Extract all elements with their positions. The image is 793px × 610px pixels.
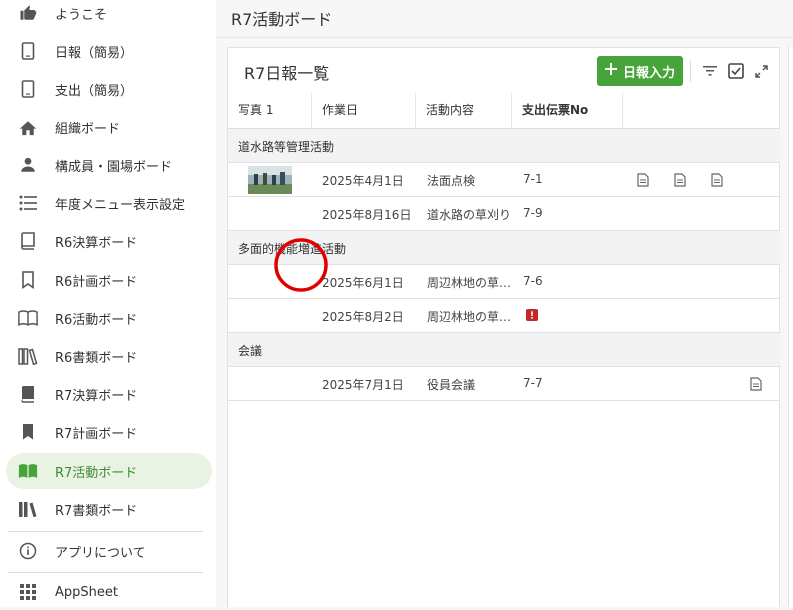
report-list-card: R7日報一覧 日報入力 写真 1 作業日 活動内容 支出伝票No 道水路等管理活… [227, 47, 780, 607]
apps-grid-icon [18, 582, 38, 602]
library-outline-icon [18, 346, 38, 366]
page-title: R7活動ボード [231, 10, 333, 29]
column-header-date[interactable]: 作業日 [312, 93, 416, 128]
sidebar-item-r6-plan[interactable]: R6計画ボード [6, 262, 212, 298]
open-book-outline-icon [18, 308, 38, 328]
group-name: 会議 [238, 344, 263, 358]
library-filled-icon [18, 499, 38, 519]
sidebar-item-r7-activity[interactable]: R7活動ボード [6, 453, 212, 489]
sidebar-item-label: R6計画ボード [55, 274, 138, 290]
row-activity: 道水路の草刈り [427, 208, 512, 222]
thumbs-up-icon [18, 3, 38, 23]
sidebar-item-label: R6書類ボード [55, 350, 138, 366]
group-name: 道水路等管理活動 [238, 140, 335, 154]
phone-icon [18, 41, 38, 61]
plus-icon [604, 63, 617, 79]
book-outline-icon [18, 231, 38, 251]
table-row[interactable]: 2025年4月1日 法面点検 7-1 [228, 163, 780, 197]
group-header[interactable]: 会議 [228, 333, 780, 367]
row-activity: 周辺林地の草… [427, 276, 512, 290]
sidebar-item-label: アプリについて [55, 545, 146, 561]
home-icon [18, 117, 38, 137]
row-date: 2025年8月2日 [322, 310, 404, 324]
document-icon[interactable] [711, 173, 723, 187]
phone-icon [18, 79, 38, 99]
add-report-button[interactable]: 日報入力 [597, 56, 683, 86]
group-header[interactable]: 道水路等管理活動 [228, 129, 780, 163]
row-voucher: 7-7 [523, 376, 543, 390]
row-date: 2025年8月16日 [322, 208, 412, 222]
sidebar-item-r7-settlement[interactable]: R7決算ボード [6, 376, 212, 412]
bookmark-outline-icon [18, 270, 38, 290]
sidebar-item-label: 年度メニュー表示設定 [55, 197, 186, 213]
card-title: R7日報一覧 [244, 64, 330, 83]
open-book-filled-icon [18, 461, 38, 481]
sidebar-item-welcome[interactable]: ようこそ [6, 0, 212, 31]
sidebar-item-organization[interactable]: 組織ボード [6, 109, 212, 145]
sidebar-item-daily-report[interactable]: 日報（簡易） [6, 33, 212, 69]
row-activity: 法面点検 [427, 174, 476, 188]
sidebar-divider [8, 531, 203, 532]
document-icon[interactable] [674, 173, 686, 187]
expand-icon[interactable] [750, 60, 772, 82]
sidebar-item-label: ようこそ [55, 7, 108, 23]
sidebar-item-label: R6活動ボード [55, 312, 138, 328]
group-name: 多面的機能増進活動 [238, 242, 347, 256]
table-row[interactable]: 2025年6月1日 周辺林地の草… 7-6 [228, 265, 780, 299]
table-row[interactable]: 2025年8月16日 道水路の草刈り 7-9 [228, 197, 780, 231]
sidebar-item-label: AppSheet [55, 584, 118, 600]
sidebar-item-r7-documents[interactable]: R7書類ボード [6, 491, 212, 527]
row-voucher: 7-1 [523, 172, 543, 186]
sidebar-item-year-menu-settings[interactable]: 年度メニュー表示設定 [6, 185, 212, 221]
sidebar-item-label: R7書類ボード [55, 503, 138, 519]
group-header[interactable]: 多面的機能増進活動 [228, 231, 780, 265]
column-header-voucher[interactable]: 支出伝票No [512, 93, 623, 128]
person-icon [18, 155, 38, 175]
bookmark-filled-icon [18, 422, 38, 442]
error-icon[interactable] [526, 309, 538, 321]
book-filled-icon [18, 384, 38, 404]
row-activity: 役員会議 [427, 378, 476, 392]
select-checkbox-icon[interactable] [725, 60, 747, 82]
sidebar-item-members[interactable]: 構成員・園場ボード [6, 147, 212, 183]
sidebar-divider [8, 572, 203, 573]
document-icon[interactable] [750, 377, 762, 391]
sidebar: ようこそ 日報（簡易） 支出（簡易） 組織ボード 構成員・園場ボード 年度メニュ… [0, 0, 216, 607]
sidebar-item-label: R7活動ボード [55, 465, 138, 481]
sidebar-item-appsheet[interactable]: AppSheet [6, 574, 212, 610]
row-date: 2025年6月1日 [322, 276, 404, 290]
table-header: 写真 1 作業日 活動内容 支出伝票No [228, 93, 780, 129]
row-date: 2025年4月1日 [322, 174, 404, 188]
document-icon[interactable] [637, 173, 649, 187]
table-row[interactable]: 2025年8月2日 周辺林地の草… [228, 299, 780, 333]
list-icon [18, 193, 38, 213]
sidebar-item-expense[interactable]: 支出（簡易） [6, 71, 212, 107]
sidebar-item-about[interactable]: アプリについて [6, 533, 212, 569]
sidebar-item-r7-plan[interactable]: R7計画ボード [6, 414, 212, 450]
sidebar-item-r6-activity[interactable]: R6活動ボード [6, 300, 212, 336]
sidebar-item-label: R7計画ボード [55, 426, 138, 442]
row-date: 2025年7月1日 [322, 378, 404, 392]
row-voucher: 7-9 [523, 206, 543, 220]
adjacent-panel-edge [788, 47, 793, 607]
column-header-photo[interactable]: 写真 1 [228, 93, 312, 128]
sidebar-item-label: 組織ボード [55, 121, 121, 137]
row-activity: 周辺林地の草… [427, 310, 512, 324]
sidebar-item-label: 構成員・園場ボード [55, 159, 173, 175]
sidebar-item-label: 日報（簡易） [55, 45, 134, 61]
table-row[interactable]: 2025年7月1日 役員会議 7-7 [228, 367, 780, 401]
sidebar-item-label: R7決算ボード [55, 388, 138, 404]
column-header-activity[interactable]: 活動内容 [416, 93, 512, 128]
header-divider [216, 37, 793, 38]
filter-icon[interactable] [699, 60, 721, 82]
info-icon [18, 541, 38, 561]
sidebar-item-label: R6決算ボード [55, 235, 138, 251]
sidebar-item-label: 支出（簡易） [55, 83, 134, 99]
toolbar-divider [690, 60, 691, 82]
sidebar-item-r6-settlement[interactable]: R6決算ボード [6, 223, 212, 259]
sidebar-item-r6-documents[interactable]: R6書類ボード [6, 338, 212, 374]
add-report-label: 日報入力 [622, 65, 675, 81]
photo-thumbnail[interactable] [248, 166, 292, 194]
row-voucher: 7-6 [523, 274, 543, 288]
